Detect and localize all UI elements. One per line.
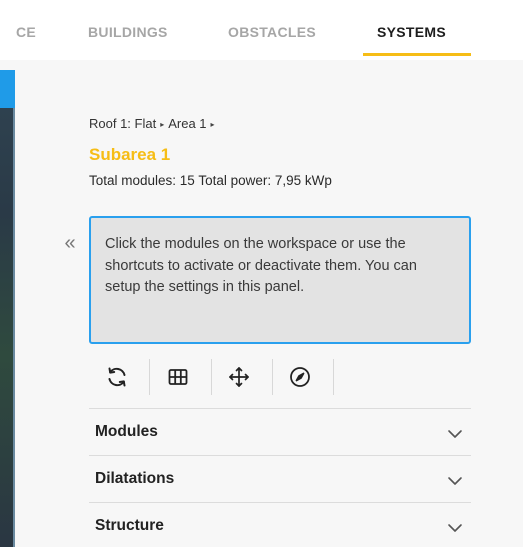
section-label: Structure xyxy=(95,517,164,534)
module-toolbar xyxy=(89,355,339,399)
double-chevron-left-icon[interactable]: « xyxy=(59,232,81,254)
breadcrumb: Roof 1: Flat ▸ Area 1 ▸ xyxy=(89,116,219,131)
tab-placement[interactable]: CE xyxy=(16,24,36,44)
subarea-summary: Total modules: 15 Total power: 7,95 kWp xyxy=(89,173,332,188)
section-label: Dilatations xyxy=(95,470,175,487)
section-dilatations[interactable]: Dilatations xyxy=(89,455,471,502)
compass-icon[interactable] xyxy=(280,359,320,395)
breadcrumb-area[interactable]: Area 1 xyxy=(168,116,206,131)
grid-icon[interactable] xyxy=(158,359,198,395)
section-modules[interactable]: Modules xyxy=(89,408,471,455)
toolbar-divider xyxy=(149,359,150,395)
move-icon[interactable] xyxy=(219,359,259,395)
info-message-text: Click the modules on the workspace or us… xyxy=(105,236,417,295)
breadcrumb-separator: ▸ xyxy=(160,120,165,129)
tab-systems[interactable]: SYSTEMS xyxy=(377,24,446,44)
section-label: Modules xyxy=(95,423,158,440)
top-tab-bar: CE BUILDINGS OBSTACLES SYSTEMS xyxy=(0,0,523,60)
breadcrumb-separator: ▸ xyxy=(210,120,215,129)
workspace-toolbar-strip xyxy=(0,70,15,108)
chevron-down-icon xyxy=(447,426,463,444)
chevron-down-icon xyxy=(447,520,463,538)
tab-buildings[interactable]: BUILDINGS xyxy=(88,24,168,44)
toolbar-divider xyxy=(272,359,273,395)
toolbar-divider xyxy=(211,359,212,395)
breadcrumb-roof[interactable]: Roof 1: Flat xyxy=(89,116,156,131)
section-structure[interactable]: Structure xyxy=(89,502,471,547)
tab-obstacles[interactable]: OBSTACLES xyxy=(228,24,316,44)
active-tab-indicator xyxy=(363,53,471,56)
chevron-down-icon xyxy=(447,473,463,491)
info-message: Click the modules on the workspace or us… xyxy=(89,216,471,344)
subarea-title: Subarea 1 xyxy=(89,145,171,164)
toolbar-divider xyxy=(333,359,334,395)
refresh-icon[interactable] xyxy=(97,359,137,395)
